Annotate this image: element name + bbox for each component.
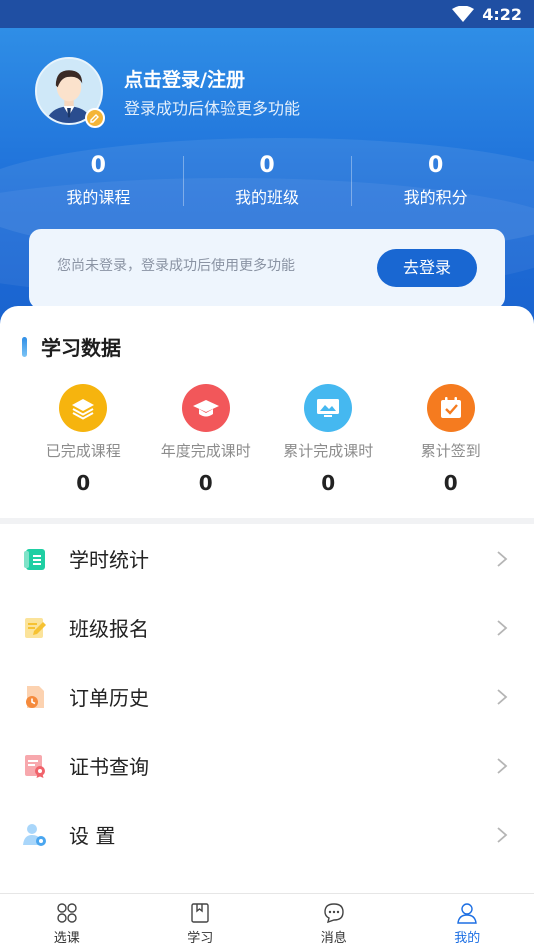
chevron-right-icon	[497, 551, 508, 567]
title-accent-bar	[22, 336, 27, 357]
login-prompt-card: 您尚未登录，登录成功后使用更多功能 去登录	[29, 229, 505, 309]
learning-data-panel: 学习数据 已完成课程 0 年度完成课时 0 累计完成课时 0 累计签到 0	[0, 306, 534, 520]
tab-study[interactable]: 学习	[134, 894, 268, 949]
metric-annual-hours[interactable]: 年度完成课时 0	[145, 384, 268, 495]
bottom-tab-bar: 选课 学习 消息 我的	[0, 893, 534, 949]
message-icon	[324, 903, 344, 924]
stat-value: 0	[259, 153, 275, 178]
go-login-button[interactable]: 去登录	[377, 249, 477, 287]
metric-label: 累计完成课时	[283, 442, 374, 460]
metric-value: 0	[443, 471, 458, 495]
menu-item-settings[interactable]: 设 置	[0, 800, 534, 869]
login-tip: 您尚未登录，登录成功后使用更多功能	[57, 258, 295, 274]
calendar-check-icon	[426, 384, 475, 432]
tab-label: 选课	[53, 931, 80, 946]
stat-label: 我的班级	[235, 188, 300, 207]
stat-value: 0	[428, 153, 444, 178]
notebook-icon	[22, 546, 48, 572]
tab-course-selection[interactable]: 选课	[0, 894, 134, 949]
grid-icon	[57, 903, 77, 923]
certificate-icon	[22, 753, 48, 779]
status-time: 4:22	[482, 4, 522, 24]
menu-item-certificate[interactable]: 证书查询	[0, 731, 534, 800]
metric-label: 已完成课程	[45, 442, 121, 460]
metric-completed-courses[interactable]: 已完成课程 0	[22, 384, 145, 495]
user-settings-icon	[22, 822, 48, 848]
stat-my-points[interactable]: 0 我的积分	[351, 152, 520, 212]
stat-label: 我的积分	[403, 188, 468, 207]
menu-item-label: 设 置	[69, 824, 116, 848]
edit-note-icon	[22, 615, 48, 641]
metric-value: 0	[321, 471, 336, 495]
login-subtitle: 登录成功后体验更多功能	[124, 99, 301, 118]
layers-icon	[59, 384, 108, 432]
stat-my-classes[interactable]: 0 我的班级	[182, 152, 352, 212]
menu-list: 学时统计 班级报名 订单历史 证书查询 设 置	[0, 524, 534, 869]
chevron-right-icon	[497, 689, 508, 705]
stat-my-courses[interactable]: 0 我的课程	[14, 152, 183, 212]
chevron-right-icon	[497, 620, 508, 636]
menu-item-label: 证书查询	[69, 755, 149, 779]
menu-item-class-signup[interactable]: 班级报名	[0, 593, 534, 662]
graduation-cap-icon	[181, 384, 230, 432]
learning-metrics: 已完成课程 0 年度完成课时 0 累计完成课时 0 累计签到 0	[22, 384, 512, 495]
user-stats: 0 我的课程 0 我的班级 0 我的积分	[14, 152, 520, 212]
wifi-icon	[452, 6, 475, 22]
tab-label: 学习	[187, 931, 214, 946]
metric-total-hours[interactable]: 累计完成课时 0	[267, 384, 390, 495]
stat-label: 我的课程	[66, 188, 131, 207]
metric-value: 0	[76, 471, 91, 495]
chevron-right-icon	[497, 827, 508, 843]
profile-icon	[457, 903, 478, 924]
login-register-link[interactable]: 点击登录/注册	[124, 65, 245, 92]
tab-messages[interactable]: 消息	[267, 894, 401, 949]
menu-item-label: 学时统计	[69, 548, 149, 572]
status-bar: 4:22	[0, 0, 534, 28]
tab-label: 我的	[454, 931, 481, 946]
monitor-icon	[304, 384, 353, 432]
menu-item-label: 订单历史	[69, 686, 149, 710]
book-icon	[191, 903, 209, 923]
menu-item-order-history[interactable]: 订单历史	[0, 662, 534, 731]
section-title: 学习数据	[22, 332, 121, 361]
chevron-right-icon	[497, 758, 508, 774]
edit-profile-icon[interactable]	[85, 108, 105, 128]
metric-value: 0	[198, 471, 213, 495]
metric-label: 年度完成课时	[160, 442, 251, 460]
metric-checkins[interactable]: 累计签到 0	[390, 384, 513, 495]
menu-item-label: 班级报名	[69, 617, 149, 641]
order-clock-icon	[22, 684, 48, 710]
metric-label: 累计签到	[420, 442, 481, 460]
menu-item-hours-stats[interactable]: 学时统计	[0, 524, 534, 593]
tab-mine[interactable]: 我的	[401, 894, 534, 949]
tab-label: 消息	[320, 931, 347, 946]
stat-value: 0	[90, 153, 106, 178]
